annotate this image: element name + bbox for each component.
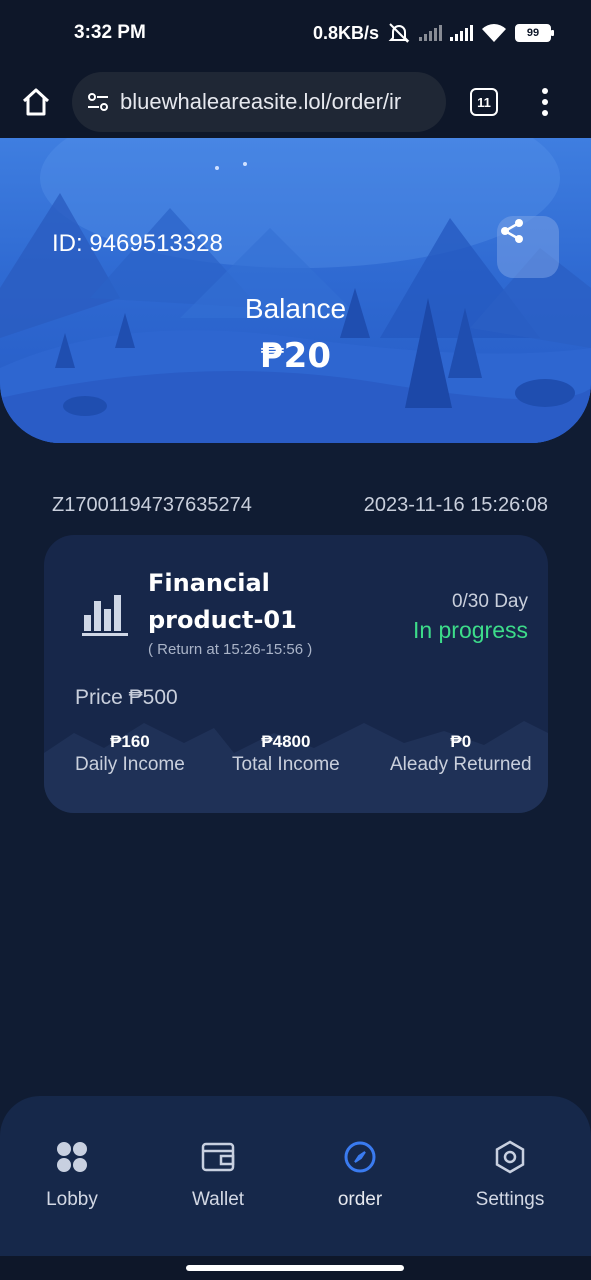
more-menu-icon[interactable] [542, 88, 548, 116]
product-title: Financial product-01 [148, 569, 297, 634]
signal-weak-icon [419, 25, 442, 41]
stat-label: Aleady Returned [390, 754, 532, 775]
order-number: Z17001194737635274 [52, 494, 252, 516]
address-bar[interactable]: bluewhaleareasite.lol/order/ir [72, 72, 446, 132]
battery-icon: 99 [515, 24, 554, 42]
status-badge: In progress [412, 617, 528, 643]
gesture-bar [0, 1256, 591, 1280]
stat-label: Total Income [232, 754, 340, 775]
site-settings-icon[interactable] [86, 91, 110, 113]
stat-value: ₱0 [450, 732, 472, 751]
home-button[interactable] [14, 80, 58, 124]
tab-switcher-button[interactable]: 11 [470, 88, 498, 116]
nav-order[interactable]: order [300, 1140, 420, 1211]
mountain-landscape-illustration [0, 138, 591, 443]
nav-wallet[interactable]: Wallet [158, 1140, 278, 1211]
wifi-icon [482, 24, 506, 42]
status-bar: 3:32 PM 0.8KB/s 99 [0, 0, 591, 66]
balance-hero: ID: 9469513328 Balance ₱20 [0, 138, 591, 443]
grid-icon [57, 1142, 87, 1172]
url-text[interactable]: bluewhaleareasite.lol/order/ir [120, 89, 401, 115]
nav-label: Lobby [46, 1189, 98, 1210]
bottom-nav: Lobby Wallet order Settings [0, 1096, 591, 1256]
nav-label: Settings [475, 1189, 545, 1210]
status-time: 3:32 PM [74, 22, 146, 43]
gesture-handle[interactable] [186, 1265, 404, 1271]
order-card[interactable]: Financial product-01 ( Return at 15:26-1… [44, 535, 548, 813]
bar-chart-icon [82, 595, 128, 636]
nav-lobby[interactable]: Lobby [12, 1140, 132, 1211]
nav-label: order [337, 1189, 383, 1210]
return-time-note: ( Return at 15:26-15:56 ) [148, 641, 313, 658]
order-datetime: 2023-11-16 15:26:08 [363, 494, 548, 516]
day-progress: 0/30 Day [451, 591, 528, 612]
status-icons: 0.8KB/s 99 [312, 22, 554, 44]
mute-bell-icon [388, 23, 410, 43]
stat-value: ₱4800 [261, 732, 311, 751]
nav-label: Wallet [191, 1189, 245, 1210]
stat-label: Daily Income [75, 754, 185, 775]
product-price: Price ₱500 [75, 686, 178, 709]
share-icon [501, 219, 523, 243]
stat-daily-income: ₱160 Daily Income [75, 732, 185, 776]
share-button[interactable] [497, 216, 559, 278]
order-meta: Z17001194737635274 2023-11-16 15:26:08 [52, 494, 548, 517]
compass-icon [344, 1141, 376, 1173]
browser-toolbar: bluewhaleareasite.lol/order/ir 11 [0, 66, 591, 138]
hexagon-gear-icon [495, 1140, 525, 1174]
stat-value: ₱160 [110, 732, 150, 751]
stat-returned: ₱0 Aleady Returned [390, 732, 532, 776]
balance-label: Balance [244, 293, 347, 324]
user-id: ID: 9469513328 [52, 230, 223, 257]
network-speed: 0.8KB/s [312, 22, 379, 43]
wallet-icon [201, 1142, 235, 1172]
stat-total-income: ₱4800 Total Income [232, 732, 340, 776]
home-icon [22, 88, 50, 116]
signal-icon [450, 25, 473, 41]
balance-value: ₱20 [260, 336, 331, 376]
nav-settings[interactable]: Settings [450, 1140, 570, 1211]
